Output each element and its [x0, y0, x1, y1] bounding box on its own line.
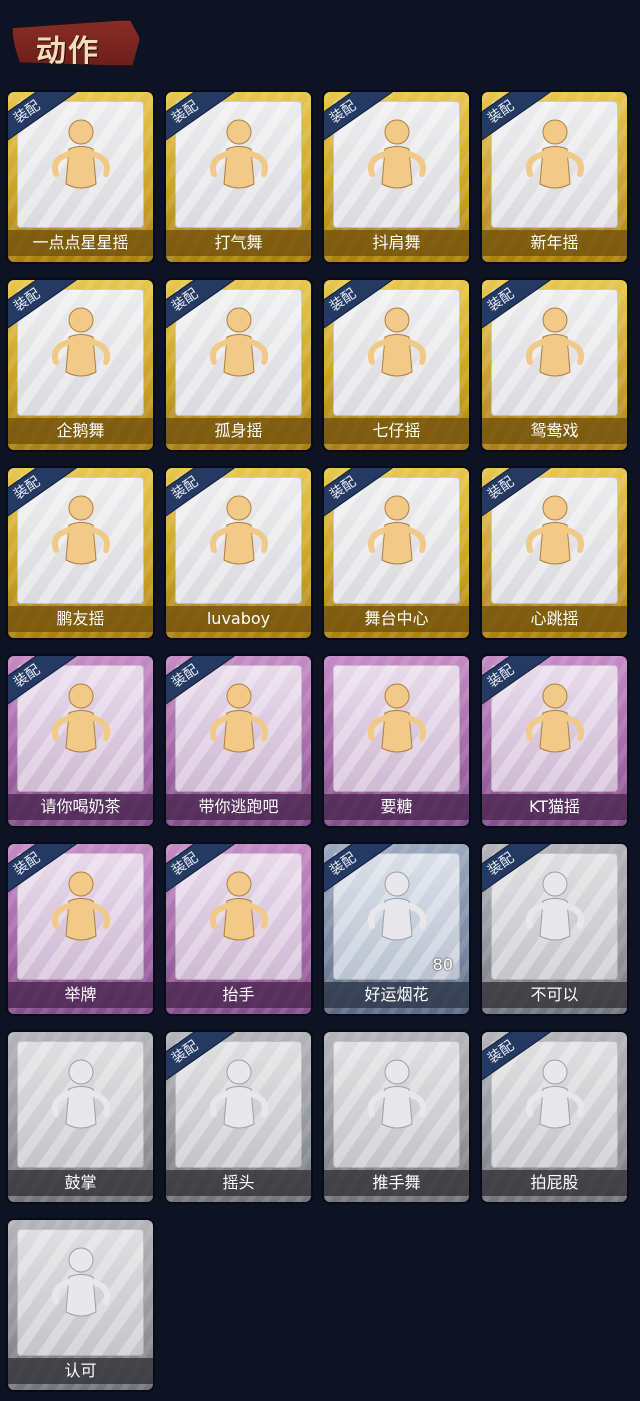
- dance-figure-icon: [352, 678, 442, 778]
- card-label: 推手舞: [324, 1170, 469, 1196]
- dance-figure-icon: [510, 866, 600, 966]
- dance-figure-icon: [510, 490, 600, 590]
- action-card[interactable]: 装配 打气舞: [166, 92, 311, 262]
- dance-figure-icon: [36, 1242, 126, 1342]
- card-label: 摇头: [166, 1170, 311, 1196]
- dance-figure-icon: [352, 490, 442, 590]
- dance-figure-icon: [194, 866, 284, 966]
- dance-figure-icon: [510, 114, 600, 214]
- card-label: 拍屁股: [482, 1170, 627, 1196]
- card-label: 认可: [8, 1358, 153, 1384]
- page-title: 动作: [36, 34, 100, 69]
- card-label: 好运烟花: [324, 982, 469, 1008]
- action-card[interactable]: 装配 luvaboy: [166, 468, 311, 638]
- card-label: 抬手: [166, 982, 311, 1008]
- dance-figure-icon: [352, 114, 442, 214]
- card-label: 要糖: [324, 794, 469, 820]
- card-label: 鹏友摇: [8, 606, 153, 632]
- card-label: 企鹅舞: [8, 418, 153, 444]
- dance-figure-icon: [510, 302, 600, 402]
- card-label: 新年摇: [482, 230, 627, 256]
- card-label: 七仔摇: [324, 418, 469, 444]
- dance-figure-icon: [36, 302, 126, 402]
- dance-figure-icon: [510, 678, 600, 778]
- card-label: 打气舞: [166, 230, 311, 256]
- dance-figure-icon: [36, 678, 126, 778]
- action-grid: 装配 一点点星星摇 装配 打气舞 装配 抖肩舞 装配 新年摇 装配 企鹅舞 装配 孤身摇 装…: [8, 92, 627, 1390]
- card-label: luvaboy: [166, 606, 311, 632]
- action-card[interactable]: 装配 带你逃跑吧: [166, 656, 311, 826]
- action-card[interactable]: 推手舞: [324, 1032, 469, 1202]
- dance-figure-icon: [194, 302, 284, 402]
- card-label: 心跳摇: [482, 606, 627, 632]
- card-label: 举牌: [8, 982, 153, 1008]
- action-card[interactable]: 装配 孤身摇: [166, 280, 311, 450]
- dance-figure-icon: [352, 866, 442, 966]
- card-label: 抖肩舞: [324, 230, 469, 256]
- dance-figure-icon: [36, 490, 126, 590]
- action-card[interactable]: 要糖: [324, 656, 469, 826]
- section-header: 动作: [6, 8, 176, 70]
- dance-figure-icon: [352, 1054, 442, 1154]
- dance-figure-icon: [352, 302, 442, 402]
- item-count: 80: [432, 955, 453, 974]
- card-label: 请你喝奶茶: [8, 794, 153, 820]
- action-card[interactable]: 装配 不可以: [482, 844, 627, 1014]
- action-card[interactable]: 认可: [8, 1220, 153, 1390]
- card-label: 舞台中心: [324, 606, 469, 632]
- dance-figure-icon: [510, 1054, 600, 1154]
- card-label: 不可以: [482, 982, 627, 1008]
- action-card[interactable]: 装配 企鹅舞: [8, 280, 153, 450]
- action-card[interactable]: 装配 抬手: [166, 844, 311, 1014]
- action-card[interactable]: 装配 新年摇: [482, 92, 627, 262]
- card-label: KT猫摇: [482, 794, 627, 820]
- action-card[interactable]: 装配 七仔摇: [324, 280, 469, 450]
- card-label: 一点点星星摇: [8, 230, 153, 256]
- dance-figure-icon: [194, 1054, 284, 1154]
- action-card[interactable]: 鼓掌: [8, 1032, 153, 1202]
- dance-figure-icon: [194, 114, 284, 214]
- action-card[interactable]: 装配 举牌: [8, 844, 153, 1014]
- card-label: 带你逃跑吧: [166, 794, 311, 820]
- card-label: 鸳鸯戏: [482, 418, 627, 444]
- action-card[interactable]: 装配 心跳摇: [482, 468, 627, 638]
- dance-figure-icon: [194, 490, 284, 590]
- action-card[interactable]: 装配 一点点星星摇: [8, 92, 153, 262]
- dance-figure-icon: [36, 1054, 126, 1154]
- dance-figure-icon: [36, 866, 126, 966]
- dance-figure-icon: [194, 678, 284, 778]
- action-card[interactable]: 装配 鸳鸯戏: [482, 280, 627, 450]
- dance-figure-icon: [36, 114, 126, 214]
- action-card[interactable]: 装配 摇头: [166, 1032, 311, 1202]
- action-card[interactable]: 装配 抖肩舞: [324, 92, 469, 262]
- action-card[interactable]: 装配 80 好运烟花: [324, 844, 469, 1014]
- card-label: 孤身摇: [166, 418, 311, 444]
- action-card[interactable]: 装配 请你喝奶茶: [8, 656, 153, 826]
- action-card[interactable]: 装配 KT猫摇: [482, 656, 627, 826]
- card-label: 鼓掌: [8, 1170, 153, 1196]
- action-card[interactable]: 装配 拍屁股: [482, 1032, 627, 1202]
- action-card[interactable]: 装配 鹏友摇: [8, 468, 153, 638]
- action-card[interactable]: 装配 舞台中心: [324, 468, 469, 638]
